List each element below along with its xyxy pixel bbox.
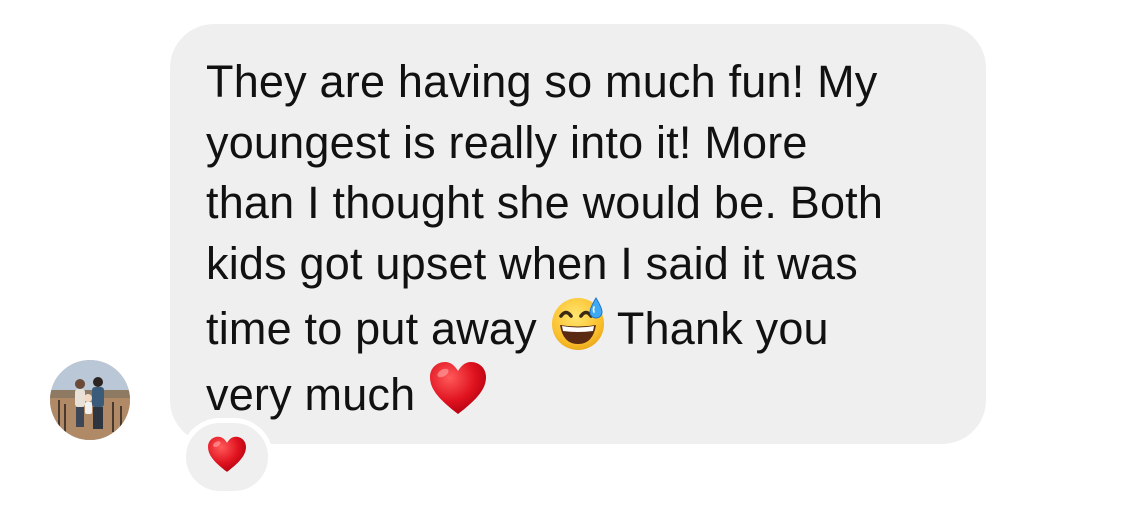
message-text: They are having so much fun! My youngest … [206, 52, 956, 425]
sender-avatar[interactable] [50, 360, 130, 440]
message-line-2: youngest is really into it! More [206, 116, 808, 168]
message-line-5-end: Thank you [616, 303, 829, 354]
reaction-badge[interactable] [181, 418, 273, 496]
message-line-1: They are having so much fun! My [206, 56, 878, 107]
avatar-photo [50, 360, 130, 440]
message-line-3: than I thought she would be. Both [206, 177, 884, 228]
message-line-4: kids got upset when I said it was [206, 237, 858, 289]
message-line-6: very much [206, 368, 416, 420]
message-bubble[interactable]: They are having so much fun! My youngest … [170, 24, 986, 444]
message-line-5-start: time to put away [206, 303, 537, 354]
grinning-face-with-sweat-icon [549, 294, 607, 352]
red-heart-icon [427, 360, 489, 418]
red-heart-icon [206, 435, 248, 480]
